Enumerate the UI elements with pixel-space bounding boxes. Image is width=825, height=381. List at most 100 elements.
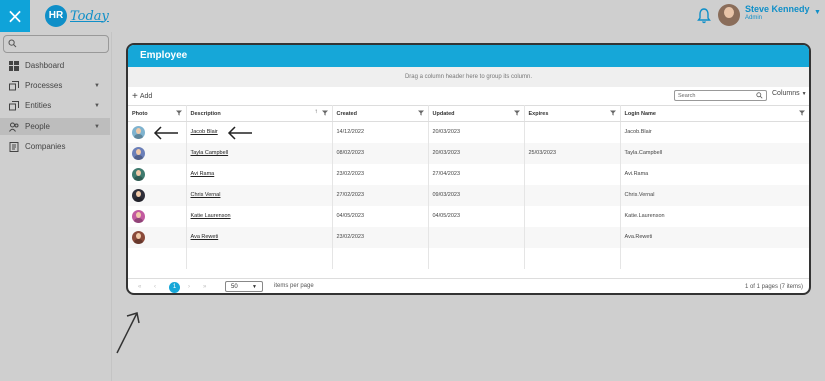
filter-icon[interactable] [175,110,182,116]
top-bar: × HR Today Steve Kennedy Admin ▼ [0,0,825,32]
employee-photo[interactable] [132,230,145,244]
last-page-button[interactable]: » [203,284,206,290]
column-header-photo[interactable]: Photo [128,105,187,122]
login-cell: Katie.Laurenson [620,205,809,227]
sidebar-item-dashboard[interactable]: Dashboard [0,57,110,74]
table-row[interactable]: Chris Vernal 27/02/2023 09/03/2023 Chris… [128,184,809,206]
column-header-expires[interactable]: Expires [524,105,621,122]
filter-icon[interactable] [798,110,805,116]
user-name[interactable]: Steve Kennedy [745,4,810,14]
table-row[interactable]: Jacob Blair 14/12/2022 20/03/2023 Jacob.… [128,121,809,143]
table-row[interactable]: Katie Laurenson 04/05/2023 04/05/2023 Ka… [128,205,809,227]
add-label: Add [139,93,153,100]
expires-cell [524,163,621,185]
processes-icon [9,80,19,90]
updated-cell [428,226,525,248]
sidebar-item-label: People [25,122,50,131]
created-cell: 27/02/2023 [332,184,429,206]
chevron-down-icon: ▼ [252,284,257,290]
column-header-login-name[interactable]: Login Name [620,105,809,122]
updated-cell: 27/04/2023 [428,163,525,185]
updated-cell: 04/05/2023 [428,205,525,227]
table-header-row: Photo Description ↑ Created Updated Expir… [128,105,809,122]
sidebar-search-input[interactable] [3,35,109,53]
user-menu-caret-icon[interactable]: ▼ [814,9,821,16]
employee-photo[interactable] [132,167,145,181]
columns-button[interactable]: Columns ▼ [772,90,807,97]
grid-title: Employee [128,45,809,67]
table-row[interactable]: Ava Reweti 23/02/2023 Ava.Reweti [128,226,809,248]
login-cell: Ava.Reweti [620,226,809,248]
page-size-select[interactable]: 50 ▼ [225,281,263,292]
created-cell: 08/02/2023 [332,142,429,164]
user-role: Admin [745,15,763,21]
chevron-down-icon: ▼ [94,102,100,109]
arrow-up-right-icon [116,312,140,354]
employee-link[interactable]: Chris Vernal [191,192,221,198]
employee-photo[interactable] [132,209,145,223]
sidebar-item-companies[interactable]: Companies [0,138,110,155]
employee-link[interactable]: Jacob Blair [191,129,218,135]
filter-icon[interactable] [609,110,616,116]
filter-icon[interactable] [513,110,520,116]
column-header-created[interactable]: Created [332,105,429,122]
sidebar-item-label: Entities [25,101,52,110]
prev-page-button[interactable]: ‹ [154,284,156,290]
employee-photo[interactable] [132,146,145,160]
expires-cell [524,205,621,227]
chevron-down-icon: ▼ [801,91,807,97]
page-1-button[interactable]: 1 [169,282,180,293]
sidebar-item-processes[interactable]: Processes ▼ [0,77,110,94]
employee-grid-card: Employee Drag a column header here to gr… [126,43,811,295]
table-row[interactable]: Avi Rama 23/02/2023 27/04/2023 Avi.Rama [128,163,809,185]
employee-link[interactable]: Tayla Campbell [191,150,229,156]
group-panel[interactable]: Drag a column header here to group its c… [128,67,809,87]
chevron-down-icon: ▼ [94,82,100,89]
next-page-button[interactable]: › [188,284,190,290]
employee-link[interactable]: Ava Reweti [191,234,219,240]
search-icon [756,92,763,99]
employee-link[interactable]: Avi Rama [191,171,215,177]
search-icon [8,39,17,48]
grid-search-input[interactable]: Search [674,90,767,101]
expires-cell [524,226,621,248]
sidebar: Dashboard Processes ▼ Entities ▼ People … [0,32,112,381]
plus-icon: + [132,91,138,102]
created-cell: 23/02/2023 [332,226,429,248]
close-menu-button[interactable]: × [0,0,30,32]
entities-icon [9,100,19,110]
employee-photo[interactable] [132,188,145,202]
first-page-button[interactable]: « [138,284,141,290]
companies-icon [9,141,19,152]
user-avatar[interactable] [718,4,740,26]
columns-label: Columns [772,90,800,97]
expires-cell: 25/03/2023 [524,142,621,164]
pager: « ‹ 1 › » 50 ▼ items per page 1 of 1 page… [128,278,809,293]
add-button[interactable]: + Add [132,91,152,102]
created-cell: 23/02/2023 [332,163,429,185]
created-cell: 14/12/2022 [332,121,429,143]
sort-ascending-icon[interactable]: ↑ [315,109,318,115]
grid-toolbar: + Add Search Columns ▼ [128,87,809,105]
app-logo[interactable]: HR Today [45,5,109,27]
employee-photo[interactable] [132,125,145,139]
page-size-label: items per page [274,283,314,289]
dashboard-icon [9,60,19,71]
column-header-description[interactable]: Description ↑ [186,105,333,122]
expires-cell [524,184,621,206]
table-row-empty [128,247,809,269]
table-row[interactable]: Tayla Campbell 08/02/2023 20/03/2023 25/… [128,142,809,164]
notification-bell-icon[interactable] [697,8,711,24]
chevron-down-icon: ▼ [94,123,100,130]
employee-link[interactable]: Katie Laurenson [191,213,231,219]
column-header-updated[interactable]: Updated [428,105,525,122]
sidebar-item-label: Companies [25,142,66,151]
login-cell: Jacob.Blair [620,121,809,143]
logo-text: Today [70,8,109,24]
search-placeholder: Search [678,93,696,99]
sidebar-item-entities[interactable]: Entities ▼ [0,97,110,114]
close-icon[interactable]: × [7,4,24,28]
filter-icon[interactable] [321,110,328,116]
sidebar-item-people[interactable]: People ▼ [0,118,110,135]
filter-icon[interactable] [417,110,424,116]
